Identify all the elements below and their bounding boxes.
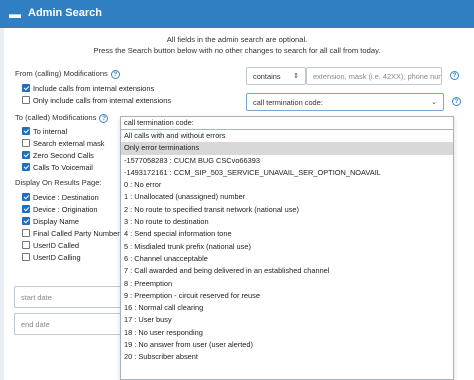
checkbox[interactable] (22, 217, 30, 225)
dropdown-option[interactable]: 4 : Send special information tone (121, 228, 453, 240)
dropdown-option[interactable]: 9 : Preemption - circuit reserved for re… (121, 290, 453, 302)
only-internal-option[interactable]: Only include calls from internal extensi… (22, 95, 171, 105)
help-icon[interactable]: ? (99, 113, 109, 123)
checkbox[interactable] (22, 229, 30, 237)
option-label: Device : Origination (33, 204, 98, 214)
dropdown-option[interactable]: 8 : Preemption (121, 278, 453, 290)
dropdown-option[interactable]: 18 : No user responding (121, 327, 453, 339)
end-date-input[interactable]: end date (14, 313, 134, 335)
checkbox[interactable] (22, 253, 30, 261)
option-label: Include calls from internal extensions (33, 83, 155, 93)
voicemail-option[interactable]: Calls To Voicemail (22, 162, 93, 172)
to-section-label: To (called) Modifications (15, 113, 97, 122)
display-section-title: Display On Results Page: (15, 178, 102, 187)
dropdown-option[interactable]: 2 : No route to specified transit networ… (121, 204, 453, 216)
from-section-title: From (calling) Modifications? (15, 69, 120, 79)
dropdown-search-field[interactable]: call termination code: (121, 117, 453, 130)
dropdown-option[interactable]: 19 : No answer from user (user alerted) (121, 339, 453, 351)
option-label: Display Name (33, 216, 80, 226)
dropdown-option[interactable]: 6 : Channel unacceptable (121, 253, 453, 265)
userid-calling-option[interactable]: UserID Calling (22, 252, 81, 262)
checkbox[interactable] (22, 163, 30, 171)
help-icon[interactable]: ? (450, 71, 459, 80)
checkbox[interactable] (22, 205, 30, 213)
option-label: UserID Calling (33, 252, 81, 262)
include-internal-option[interactable]: Include calls from internal extensions (22, 83, 154, 93)
option-label: Device : Destination (33, 192, 99, 202)
termination-code-select[interactable]: call termination code: ⌄ (246, 93, 444, 111)
external-mask-option[interactable]: Search external mask (22, 138, 104, 148)
zero-second-option[interactable]: Zero Second Calls (22, 150, 94, 160)
option-label: UserID Called (33, 240, 80, 250)
dropdown-option[interactable]: 20 : Subscriber absent (121, 351, 453, 363)
checkbox[interactable] (22, 151, 30, 159)
checkbox[interactable] (22, 193, 30, 201)
display-destination-option[interactable]: Device : Destination (22, 192, 99, 202)
intro-line-1: All fields in the admin search are optio… (166, 35, 308, 44)
admin-search-header: ▬ Admin Search (0, 0, 474, 28)
dropdown-options-list: All calls with and without errors Only er… (121, 130, 453, 364)
checkbox[interactable] (22, 127, 30, 135)
match-type-value: contains (253, 71, 281, 81)
termination-code-dropdown: call termination code: All calls with an… (120, 116, 454, 380)
display-name-option[interactable]: Display Name (22, 216, 79, 226)
match-type-select[interactable]: contains ⇕ (246, 67, 306, 85)
to-section-title: To (called) Modifications? (15, 113, 109, 123)
updown-icon: ⇕ (293, 73, 299, 80)
from-search-input[interactable]: extension, mask (i.e. 42XX), phone numbe… (306, 67, 442, 85)
option-label: Only include calls from internal extensi… (33, 95, 172, 105)
dropdown-option[interactable]: 0 : No error (121, 179, 453, 191)
dropdown-option[interactable]: 17 : User busy (121, 314, 453, 326)
page-title: Admin Search (28, 7, 102, 19)
help-icon[interactable]: ? (110, 69, 120, 79)
display-origination-option[interactable]: Device : Origination (22, 204, 98, 214)
checkbox[interactable] (22, 241, 30, 249)
from-search-placeholder: extension, mask (i.e. 42XX), phone numbe… (313, 71, 442, 81)
start-date-placeholder: start date (21, 292, 52, 302)
from-section-label: From (calling) Modifications (15, 69, 108, 78)
intro-line-2: Press the Search button below with no ot… (93, 46, 381, 55)
option-label: To internal (33, 126, 68, 136)
dropdown-option[interactable]: Only error terminations (121, 142, 453, 155)
to-internal-option[interactable]: To internal (22, 126, 67, 136)
dropdown-option[interactable]: 3 : No route to destination (121, 216, 453, 228)
end-date-placeholder: end date (21, 319, 50, 329)
checkbox[interactable] (22, 96, 30, 104)
chevron-down-icon: ⌄ (431, 99, 437, 106)
userid-called-option[interactable]: UserID Called (22, 240, 79, 250)
dropdown-option[interactable]: 7 : Call awarded and being delivered in … (121, 265, 453, 277)
dropdown-option[interactable]: 16 : Normal call clearing (121, 302, 453, 314)
dropdown-option[interactable]: All calls with and without errors (121, 130, 453, 142)
option-label: Final Called Party Number (33, 228, 120, 238)
checkbox[interactable] (22, 139, 30, 147)
dropdown-option[interactable]: 1 : Unallocated (unassigned) number (121, 191, 453, 203)
start-date-input[interactable]: start date (14, 286, 134, 308)
minus-icon[interactable]: ▬ (7, 6, 23, 22)
option-label: Zero Second Calls (33, 150, 94, 160)
dropdown-option[interactable]: -1577058283 : CUCM BUG CSCvo66393 (121, 155, 453, 167)
dropdown-option[interactable]: -1493172161 : CCM_SIP_503_SERVICE_UNAVAI… (121, 167, 453, 179)
dropdown-option[interactable]: 5 : Misdialed trunk prefix (national use… (121, 241, 453, 253)
option-label: Search external mask (33, 138, 105, 148)
termination-select-value: call termination code: (253, 97, 323, 107)
help-icon[interactable]: ? (452, 97, 461, 106)
option-label: Calls To Voicemail (33, 162, 93, 172)
final-called-party-option[interactable]: Final Called Party Number (22, 228, 120, 238)
dropdown-search-value: call termination code: (124, 118, 194, 127)
checkbox[interactable] (22, 84, 30, 92)
